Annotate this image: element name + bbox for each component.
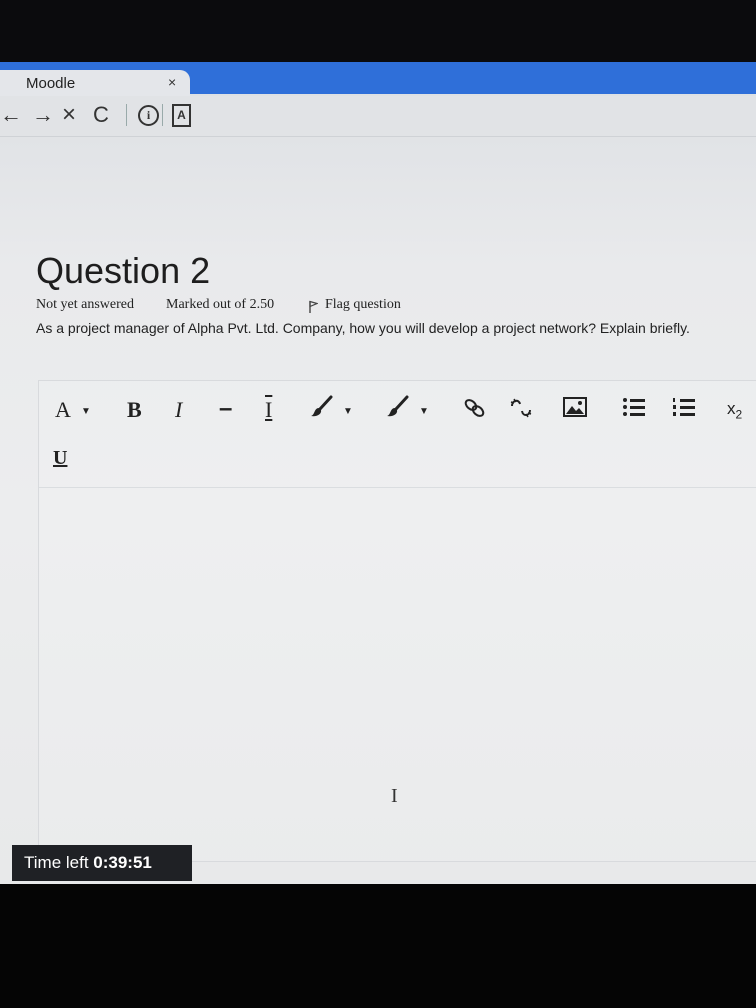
forward-icon[interactable]: → [32, 100, 54, 130]
font-style-button[interactable]: A [55, 397, 71, 423]
bullet-list-icon [623, 398, 645, 416]
unlink-button[interactable] [509, 397, 533, 424]
back-icon[interactable]: ← [0, 100, 22, 130]
insert-image-button[interactable] [563, 397, 587, 422]
bullet-list-button[interactable] [623, 397, 645, 422]
flag-question-link[interactable]: Flag question [325, 297, 401, 313]
chevron-down-icon: ▼ [81, 406, 91, 417]
browser-tab[interactable]: Moodle × [0, 70, 190, 96]
time-left-label: Time left [24, 853, 89, 872]
bold-button[interactable]: B [127, 397, 142, 423]
toolbar-divider [39, 487, 756, 488]
clear-format-button[interactable]: I [265, 397, 272, 423]
answer-editor[interactable]: A ▼ B I – I ▼ ▼ x2 U I [38, 380, 756, 862]
numbered-list-button[interactable] [673, 397, 695, 422]
browser-window: Moodle × ← → × C i A Question 2 Not yet … [0, 62, 756, 884]
underline-button[interactable]: U [53, 447, 67, 470]
subscript-button[interactable]: x2 [727, 399, 742, 421]
tab-bar: Moodle × [0, 62, 756, 96]
page-icon[interactable]: A [172, 104, 191, 127]
subscript-index: 2 [735, 407, 743, 422]
subscript-base: x [727, 399, 736, 418]
time-left-badge: Time left 0:39:51 [12, 845, 192, 881]
brush-icon [311, 395, 333, 417]
numbered-list-icon [673, 398, 695, 416]
strikethrough-button[interactable]: – [219, 395, 232, 423]
clear-format-icon: I [265, 397, 273, 422]
toolbar-divider [126, 104, 127, 126]
text-color-button[interactable] [311, 395, 333, 424]
toolbar-divider [162, 104, 163, 126]
tab-title: Moodle [26, 75, 76, 92]
link-button[interactable] [463, 397, 487, 424]
question-title: Question 2 [36, 250, 211, 291]
reload-icon[interactable]: C [93, 100, 109, 130]
chevron-down-icon: ▼ [343, 406, 353, 417]
unlink-icon [510, 398, 532, 418]
italic-button[interactable]: I [175, 397, 182, 423]
background-color-button[interactable] [387, 395, 409, 424]
text-cursor-icon: I [391, 785, 398, 807]
link-icon [464, 399, 485, 417]
question-status: Not yet answered [36, 297, 134, 312]
site-info-icon[interactable]: i [138, 105, 159, 126]
tab-close-icon[interactable]: × [168, 74, 176, 90]
time-left-value: 0:39:51 [93, 853, 152, 872]
brush-icon [387, 395, 409, 417]
chevron-down-icon: ▼ [419, 406, 429, 417]
stop-icon[interactable]: × [62, 100, 76, 130]
browser-toolbar: ← → × C i A [0, 96, 756, 137]
image-icon [563, 397, 587, 417]
flag-icon[interactable] [309, 300, 319, 317]
question-text: As a project manager of Alpha Pvt. Ltd. … [36, 320, 690, 336]
question-marks: Marked out of 2.50 [166, 297, 275, 312]
